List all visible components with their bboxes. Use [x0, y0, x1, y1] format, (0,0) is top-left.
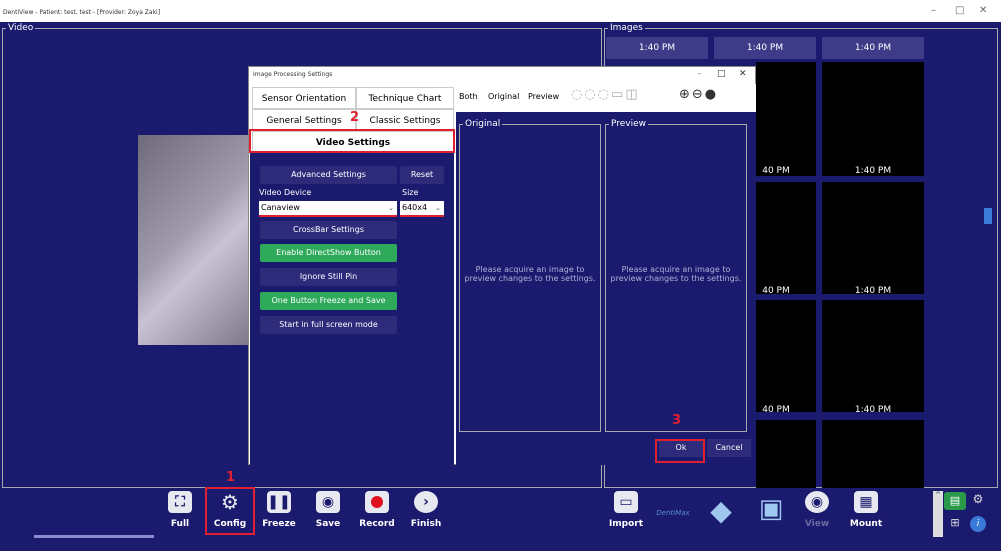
close-button[interactable]: ✕ [979, 5, 987, 16]
camera-sensor-icon[interactable]: ▣ [750, 494, 792, 534]
record-button[interactable]: Record [354, 491, 400, 537]
window-title: DentiView - Patient: test, test - [Provi… [3, 9, 161, 16]
video-settings-panel: Advanced Settings Reset Video Device Siz… [250, 152, 454, 465]
import-button[interactable]: ▭ Import [603, 491, 649, 537]
image-thumb[interactable] [822, 182, 924, 294]
maximize-button[interactable]: □ [955, 5, 964, 16]
image-thumb[interactable] [756, 420, 816, 488]
image-thumb[interactable]: 1:40 PM [606, 37, 708, 59]
enable-directshow-button[interactable]: Enable DirectShow Button [260, 244, 397, 262]
advanced-settings-button[interactable]: Advanced Settings [260, 166, 397, 184]
progress-strip [34, 535, 154, 538]
tab-classic-settings[interactable]: Classic Settings [356, 109, 454, 131]
start-full-screen-button[interactable]: Start in full screen mode [260, 316, 397, 334]
highlight-config [205, 487, 255, 535]
image-thumb[interactable]: 1:40 PM [714, 37, 816, 59]
arrow-right-icon: › [414, 491, 438, 513]
rotate-flip-icons[interactable]: ◌◌◌▭◫ [571, 87, 640, 102]
size-select[interactable]: 640x4 ⌄ [400, 201, 444, 215]
image-time: 1:40 PM [854, 286, 892, 296]
cancel-button[interactable]: Cancel [707, 439, 751, 457]
video-group-label: Video [6, 23, 36, 33]
xray-sensor-icon[interactable]: ◆ [700, 494, 742, 534]
image-thumb[interactable] [822, 420, 924, 488]
view-tab-preview[interactable]: Preview [528, 92, 559, 101]
camera-icon: ◉ [316, 491, 340, 513]
image-thumb[interactable] [822, 300, 924, 412]
mount-grid-icon: ▦ [854, 491, 878, 513]
calendar-icon[interactable]: ▤ [944, 492, 966, 510]
highlight-ok [655, 439, 705, 463]
save-button[interactable]: ◉ Save [305, 491, 351, 537]
preview-message: Please acquire an image to preview chang… [610, 265, 742, 283]
original-box: Original Please acquire an image to prev… [459, 119, 601, 432]
crossbar-settings-button[interactable]: CrossBar Settings [260, 221, 397, 239]
image-time: 40 PM [762, 286, 790, 296]
full-button[interactable]: ⛶ Full [157, 491, 203, 537]
view-tab-original[interactable]: Original [488, 92, 519, 101]
tab-sensor-orientation[interactable]: Sensor Orientation [252, 87, 356, 109]
scrollbar-thumb[interactable] [984, 208, 992, 224]
finish-button[interactable]: › Finish [403, 491, 449, 537]
window-title-bar: DentiView - Patient: test, test - [Provi… [0, 0, 1001, 22]
minimize-button[interactable]: – [931, 5, 936, 16]
image-time: 40 PM [762, 405, 790, 415]
image-time: 1:40 PM [854, 166, 892, 176]
original-message: Please acquire an image to preview chang… [464, 265, 596, 283]
view-button[interactable]: ◉ View [794, 491, 840, 537]
underline-marker [400, 215, 444, 217]
original-label: Original [463, 119, 503, 129]
chevron-down-icon: ⌄ [388, 204, 394, 212]
grid-icon[interactable]: ⊞ [944, 516, 966, 534]
freeze-icon: ❚❚ [267, 491, 291, 513]
preview-box: Preview Please acquire an image to previ… [605, 119, 747, 432]
dialog-close[interactable]: ✕ [739, 69, 747, 79]
images-group-label: Images [608, 23, 645, 33]
side-scroll[interactable]: ^ [933, 491, 943, 537]
reset-button[interactable]: Reset [400, 166, 444, 184]
settings-icon[interactable]: ⚙ [970, 492, 986, 510]
image-processing-dialog: Image Processing Settings – □ ✕ Sensor O… [248, 66, 756, 465]
step-3-marker: 3 [672, 413, 682, 428]
preview-label: Preview [609, 119, 649, 129]
dialog-title-bar: Image Processing Settings – □ ✕ [249, 67, 755, 83]
record-icon [365, 491, 389, 513]
step-2-marker: 2 [350, 110, 360, 125]
video-device-label: Video Device [259, 188, 312, 197]
zoom-icons[interactable]: ⊕⊖● [679, 87, 718, 102]
image-time: 40 PM [762, 166, 790, 176]
underline-marker [259, 215, 397, 217]
mount-button[interactable]: ▦ Mount [843, 491, 889, 537]
video-device-select[interactable]: Canaview ⌄ [259, 201, 397, 215]
dialog-maximize[interactable]: □ [717, 69, 726, 79]
step-1-marker: 1 [226, 470, 236, 485]
view-tab-both[interactable]: Both [459, 92, 478, 101]
ignore-still-pin-button[interactable]: Ignore Still Pin [260, 268, 397, 286]
monitor-icon: ▭ [614, 491, 638, 513]
preview-panel: Both Original Preview ◌◌◌▭◫ ⊕⊖● Original… [456, 84, 756, 465]
highlight-video-settings [249, 129, 455, 153]
image-thumb[interactable] [756, 62, 816, 176]
image-thumb[interactable] [756, 300, 816, 412]
chevron-down-icon: ⌄ [435, 204, 441, 212]
info-icon[interactable]: i [970, 516, 986, 532]
freeze-button[interactable]: ❚❚ Freeze [256, 491, 302, 537]
image-time: 1:40 PM [854, 405, 892, 415]
tab-general-settings[interactable]: General Settings [252, 109, 356, 131]
image-thumb[interactable] [822, 62, 924, 176]
image-thumb[interactable]: 1:40 PM [822, 37, 924, 59]
dialog-title: Image Processing Settings [253, 71, 333, 78]
one-button-freeze-save-button[interactable]: One Button Freeze and Save [260, 292, 397, 310]
video-feed [138, 135, 250, 345]
eye-icon: ◉ [805, 491, 829, 513]
tab-technique-chart[interactable]: Technique Chart [356, 87, 454, 109]
fullscreen-icon: ⛶ [168, 491, 192, 513]
dialog-minimize[interactable]: – [697, 69, 702, 79]
image-thumb[interactable] [756, 182, 816, 294]
size-label: Size [402, 188, 419, 197]
dentimax-logo: DentiMax [656, 509, 690, 517]
